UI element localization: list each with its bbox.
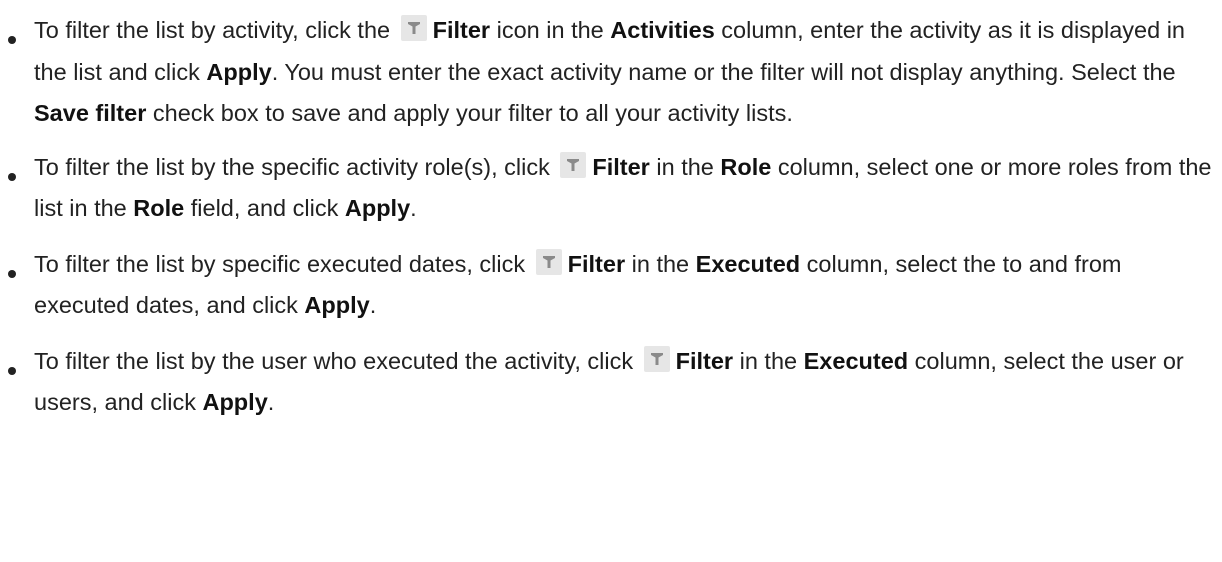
ui-term: Role [133,195,185,221]
filter-icon [535,247,562,275]
list-item: To filter the list by activity, click th… [0,10,1216,135]
body-text: . You must enter the exact activity name… [271,58,1176,85]
filter-instructions-list: To filter the list by activity, click th… [0,10,1216,440]
list-item: To filter the list by the specific activ… [0,147,1216,230]
ui-term: Role [720,153,772,180]
ui-term: Executed [695,250,801,277]
body-text: . [410,195,417,221]
filter-icon [400,13,427,41]
body-text: To filter the list by specific executed … [34,250,532,277]
body-text: field, and click [184,195,345,221]
ui-term: Filter [675,347,734,374]
body-text: . [267,389,275,415]
body-text: To filter the list by activity, click th… [34,17,397,43]
ui-term: Executed [803,347,909,374]
body-text: in the [625,250,696,277]
bullet-point [8,36,16,44]
ui-term: Save filter [34,100,147,126]
ui-term: Apply [206,58,272,85]
list-item: To filter the list by the user who execu… [0,341,1216,424]
ui-term: Apply [202,389,268,415]
list-item: To filter the list by specific executed … [0,244,1216,327]
ui-term: Filter [432,17,491,43]
bullet-point [8,269,16,278]
body-text: check box to save and apply your filter … [146,100,793,126]
ui-term: Filter [592,153,650,180]
filter-icon [643,344,670,372]
body-text: in the [649,153,721,180]
body-text: To filter the list by the specific activ… [34,153,557,180]
body-text: icon in the [490,17,611,43]
ui-term: Apply [304,292,370,318]
filter-icon [560,150,587,178]
body-text: To filter the list by the user who execu… [34,347,640,374]
body-text: . [369,292,377,318]
help-document: To filter the list by activity, click th… [0,0,1222,562]
ui-term: Filter [567,250,626,277]
body-text: in the [733,347,804,374]
ui-term: Activities [610,17,715,43]
bullet-point [8,172,16,181]
ui-term: Apply [344,195,411,221]
bullet-point [8,366,16,375]
